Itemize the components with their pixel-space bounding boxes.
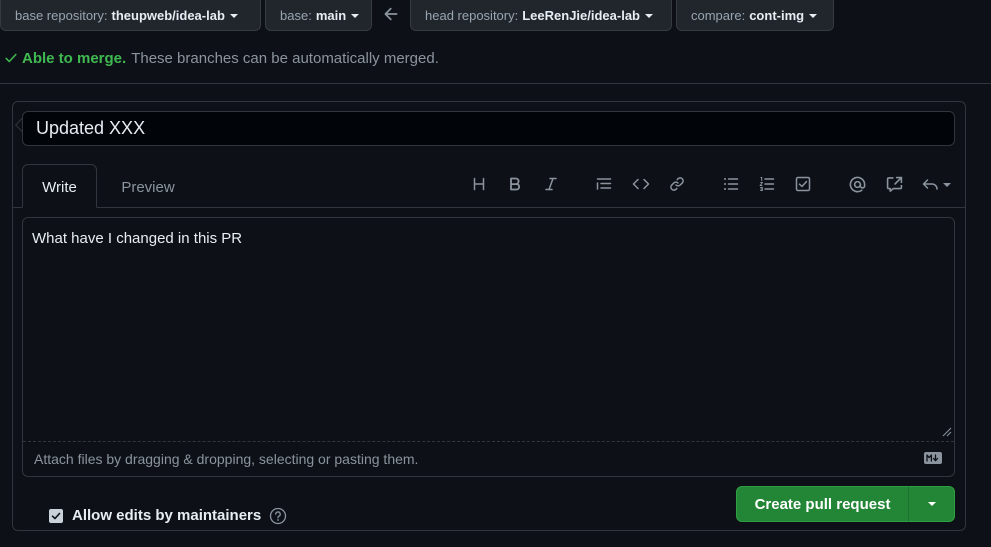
base-branch-select[interactable]: base: main <box>265 0 372 31</box>
ordered-list-button[interactable] <box>755 172 779 196</box>
quote-button[interactable] <box>592 172 616 196</box>
unordered-list-icon <box>724 178 739 190</box>
bold-button[interactable] <box>503 172 527 196</box>
chevron-down-icon <box>229 13 238 18</box>
task-list-icon <box>795 176 811 192</box>
chevron-down-icon <box>645 13 654 18</box>
chevron-down-icon <box>809 13 818 18</box>
heading-button[interactable] <box>467 172 491 196</box>
base-repository-prefix: base repository: <box>15 7 108 23</box>
check-icon <box>5 53 17 63</box>
code-button[interactable] <box>629 172 653 196</box>
heading-icon <box>473 177 485 191</box>
comment-body-text: What have I changed in this PR <box>32 230 243 247</box>
base-branch-prefix: base: <box>280 7 312 23</box>
merge-status: Able to merge. These branches can be aut… <box>4 48 439 68</box>
base-branch-value: main <box>315 7 347 23</box>
compare-branch-select[interactable]: compare: cont-img <box>676 0 834 31</box>
check-icon <box>51 512 61 520</box>
allow-edits-checkbox[interactable] <box>49 509 63 523</box>
base-repository-select[interactable]: base repository: theupweb/idea-lab <box>0 0 261 31</box>
head-repository-prefix: head repository: <box>425 7 519 23</box>
task-list-button[interactable] <box>791 172 815 196</box>
merge-status-message: These branches can be automatically merg… <box>131 49 439 67</box>
reference-icon <box>886 176 902 192</box>
head-repository-value: LeeRenJie/idea-lab <box>522 7 641 23</box>
tab-preview[interactable]: Preview <box>107 164 189 208</box>
file-attachment-hint: Attach files by dragging & dropping, sel… <box>34 451 419 467</box>
compare-branch-prefix: compare: <box>691 7 746 23</box>
quote-icon <box>596 178 612 190</box>
base-repository-value: theupweb/idea-lab <box>111 7 225 23</box>
markdown-glyph <box>926 454 939 462</box>
reference-button[interactable] <box>882 172 906 196</box>
chevron-down-icon <box>942 182 951 187</box>
saved-replies-icon <box>922 179 938 190</box>
link-button[interactable] <box>665 172 689 196</box>
unordered-list-button[interactable] <box>719 172 743 196</box>
italic-button[interactable] <box>539 172 563 196</box>
title-input[interactable] <box>22 111 955 146</box>
compare-branch-value: cont-img <box>749 7 805 23</box>
saved-replies-button[interactable] <box>918 172 954 196</box>
comment-body-textarea[interactable] <box>22 217 955 477</box>
chevron-down-icon <box>927 502 936 506</box>
chevron-down-icon <box>351 13 360 18</box>
arrow-left-icon <box>384 7 398 21</box>
ordered-list-icon <box>759 177 775 191</box>
code-icon <box>632 178 650 190</box>
mention-icon <box>849 176 865 192</box>
tab-write[interactable]: Write <box>22 164 97 208</box>
head-repository-select[interactable]: head repository: LeeRenJie/idea-lab <box>410 0 672 31</box>
question-icon[interactable] <box>269 507 287 525</box>
link-icon <box>670 177 684 191</box>
bold-icon <box>510 177 521 191</box>
resize-grip-icon[interactable] <box>940 425 952 437</box>
create-pull-request-dropdown[interactable] <box>908 486 955 522</box>
create-pull-request-button[interactable]: Create pull request <box>736 486 909 522</box>
markdown-icon[interactable] <box>924 452 942 464</box>
mention-button[interactable] <box>845 172 869 196</box>
divider <box>0 83 991 84</box>
italic-icon <box>545 177 557 191</box>
merge-status-label: Able to merge. <box>22 49 127 67</box>
allow-edits-label: Allow edits by maintainers <box>72 507 262 524</box>
